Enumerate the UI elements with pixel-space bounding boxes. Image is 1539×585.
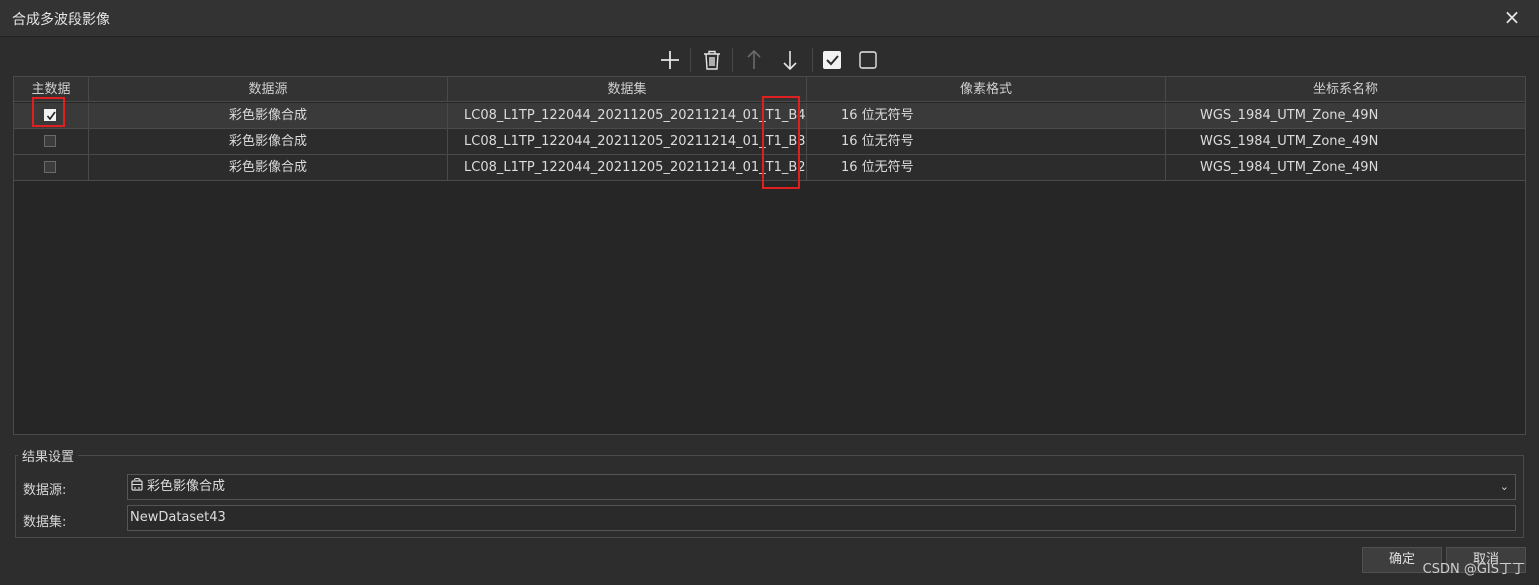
dataset-label: 数据集: bbox=[23, 515, 67, 530]
datasource-label: 数据源: bbox=[23, 483, 67, 498]
add-icon bbox=[661, 51, 679, 69]
primary-checkbox[interactable] bbox=[44, 161, 56, 173]
datasource-cell: 彩色影像合成 bbox=[89, 155, 448, 181]
datasource-cell: 彩色影像合成 bbox=[89, 129, 448, 155]
crs-cell: WGS_1984_UTM_Zone_49N bbox=[1166, 103, 1525, 129]
move-up-icon bbox=[747, 49, 761, 69]
datasource-icon bbox=[131, 478, 143, 491]
crs-cell: WGS_1984_UTM_Zone_49N bbox=[1166, 155, 1525, 181]
select-all-button[interactable] bbox=[818, 46, 846, 74]
datasource-select[interactable]: 彩色影像合成 ⌄ bbox=[127, 474, 1516, 500]
window-title: 合成多波段影像 bbox=[12, 12, 110, 28]
primary-checkbox[interactable] bbox=[44, 135, 56, 147]
dataset-input[interactable]: NewDataset43 bbox=[127, 505, 1516, 531]
move-down-icon bbox=[783, 51, 797, 71]
dataset-cell: LC08_L1TP_122044_20211205_20211214_01_T1… bbox=[448, 155, 807, 181]
pixel-format-cell: 16 位无符号 bbox=[807, 103, 1166, 129]
datasource-select-value: 彩色影像合成 bbox=[147, 479, 226, 494]
delete-button[interactable] bbox=[698, 46, 726, 74]
delete-icon bbox=[704, 50, 720, 70]
crs-cell: WGS_1984_UTM_Zone_49N bbox=[1166, 129, 1525, 155]
select-all-icon bbox=[823, 51, 841, 69]
column-header-crs[interactable]: 坐标系名称 bbox=[1166, 77, 1525, 102]
deselect-all-button[interactable] bbox=[854, 46, 882, 74]
column-header-dataset[interactable]: 数据集 bbox=[448, 77, 807, 102]
move-down-button[interactable] bbox=[776, 46, 804, 74]
toolbar-separator bbox=[732, 48, 733, 72]
move-up-button[interactable] bbox=[740, 46, 768, 74]
close-button[interactable]: × bbox=[1501, 6, 1523, 28]
dataset-input-value: NewDataset43 bbox=[130, 510, 226, 525]
deselect-all-icon bbox=[859, 51, 877, 69]
primary-cell bbox=[14, 155, 89, 181]
pixel-format-cell: 16 位无符号 bbox=[807, 155, 1166, 181]
toolbar-separator bbox=[690, 48, 691, 72]
pixel-format-cell: 16 位无符号 bbox=[807, 129, 1166, 155]
primary-cell bbox=[14, 129, 89, 155]
close-icon: × bbox=[1503, 5, 1521, 29]
toolbar bbox=[654, 46, 894, 74]
column-header-pixel-format[interactable]: 像素格式 bbox=[807, 77, 1166, 102]
dataset-cell: LC08_L1TP_122044_20211205_20211214_01_T1… bbox=[448, 129, 807, 155]
watermark: CSDN @GIS丁丁 bbox=[1422, 562, 1525, 577]
column-header-datasource[interactable]: 数据源 bbox=[89, 77, 448, 102]
add-button[interactable] bbox=[656, 46, 684, 74]
dataset-cell: LC08_L1TP_122044_20211205_20211214_01_T1… bbox=[448, 103, 807, 129]
datasource-cell: 彩色影像合成 bbox=[89, 103, 448, 129]
title-bar: 合成多波段影像 × bbox=[0, 0, 1539, 37]
toolbar-separator bbox=[812, 48, 813, 72]
chevron-down-icon: ⌄ bbox=[1499, 480, 1509, 493]
highlight-box-band-suffix bbox=[762, 96, 800, 189]
highlight-box-primary bbox=[32, 97, 65, 127]
result-settings-title: 结果设置 bbox=[18, 446, 79, 465]
